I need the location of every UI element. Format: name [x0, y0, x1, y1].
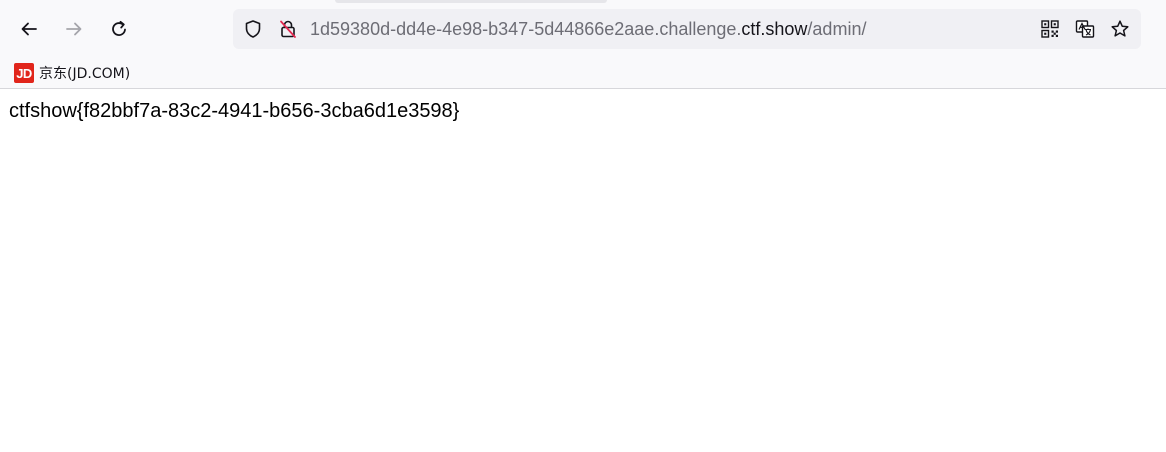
url-bar[interactable]: 1d59380d-dd4e-4e98-b347-5d44866e2aae.cha… [233, 9, 1141, 49]
qr-code-icon [1041, 20, 1059, 38]
back-button[interactable] [13, 13, 45, 45]
reload-icon [112, 20, 126, 36]
translate-button[interactable] [1074, 18, 1096, 40]
bookmark-item-jd[interactable]: JD 京东(JD.COM) [14, 62, 130, 84]
bookmark-label: 京东(JD.COM) [39, 66, 131, 82]
browser-toolbar: 1d59380d-dd4e-4e98-b347-5d44866e2aae.cha… [0, 0, 1166, 58]
bookmarks-toolbar: JD 京东(JD.COM) [0, 58, 1166, 89]
reload-button[interactable] [103, 13, 135, 45]
url-path: /admin/ [807, 19, 867, 39]
url-text[interactable]: 1d59380d-dd4e-4e98-b347-5d44866e2aae.cha… [310, 18, 866, 40]
bookmark-star-icon [1111, 20, 1129, 37]
forward-icon [66, 22, 82, 36]
bookmark-page-button[interactable] [1109, 18, 1131, 40]
site-security-button[interactable] [277, 18, 299, 40]
jd-logo-icon: JD [14, 63, 34, 83]
page-content: ctfshow{f82bbf7a-83c2-4941-b656-3cba6d1e… [0, 89, 1166, 134]
forward-button[interactable] [58, 13, 90, 45]
tab-strip-edge [335, 0, 607, 3]
qr-code-button[interactable] [1039, 18, 1061, 40]
shield-icon [245, 20, 261, 38]
translate-icon [1075, 20, 1095, 38]
url-prefix: 1d59380d-dd4e-4e98-b347-5d44866e2aae.cha… [310, 19, 742, 39]
jd-logo-text: JD [16, 65, 32, 81]
back-icon [21, 22, 37, 36]
insecure-lock-icon [280, 20, 296, 38]
url-domain: ctf.show [741, 19, 808, 39]
page-body-text: ctfshow{f82bbf7a-83c2-4941-b656-3cba6d1e… [9, 100, 460, 122]
tracking-protection-button[interactable] [242, 18, 264, 40]
